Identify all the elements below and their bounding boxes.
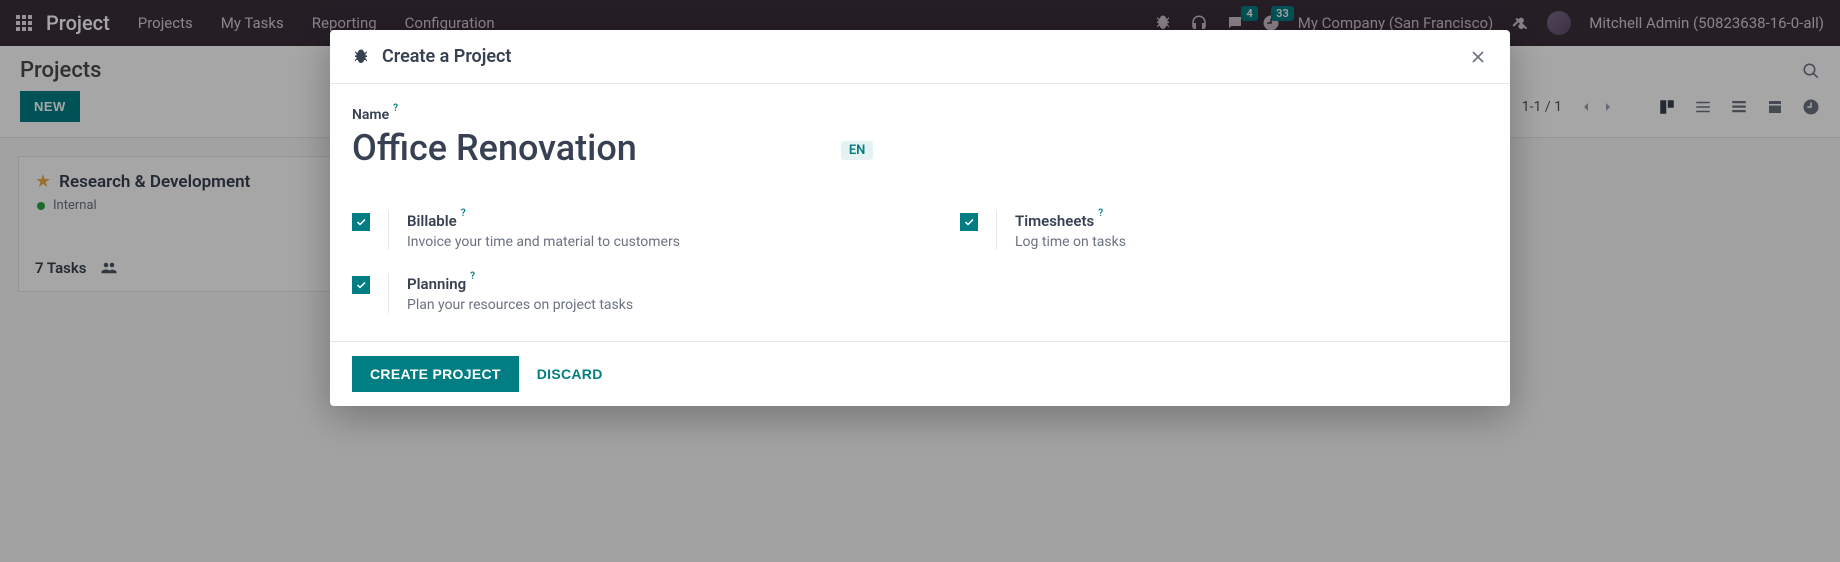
options-grid: Billable? Invoice your time and material… bbox=[352, 211, 1488, 313]
name-label-text: Name bbox=[352, 107, 389, 123]
timesheets-desc: Log time on tasks bbox=[1015, 234, 1126, 250]
help-icon[interactable]: ? bbox=[1098, 208, 1103, 226]
language-badge[interactable]: EN bbox=[841, 141, 874, 160]
name-label: Name ? bbox=[352, 107, 398, 123]
option-timesheets: Timesheets? Log time on tasks bbox=[960, 211, 1488, 250]
close-icon[interactable] bbox=[1468, 47, 1488, 67]
modal-title: Create a Project bbox=[382, 46, 511, 67]
help-icon[interactable]: ? bbox=[461, 208, 466, 226]
modal-header: Create a Project bbox=[330, 30, 1510, 84]
discard-button[interactable]: DISCARD bbox=[537, 366, 603, 382]
modal-overlay[interactable]: Create a Project Name ? Office Renovatio… bbox=[0, 0, 1840, 562]
planning-desc: Plan your resources on project tasks bbox=[407, 297, 633, 313]
planning-checkbox[interactable] bbox=[352, 276, 370, 294]
billable-label: Billable bbox=[407, 212, 457, 230]
create-project-modal: Create a Project Name ? Office Renovatio… bbox=[330, 30, 1510, 406]
help-icon[interactable]: ? bbox=[393, 103, 398, 114]
option-billable: Billable? Invoice your time and material… bbox=[352, 211, 880, 250]
modal-footer: CREATE PROJECT DISCARD bbox=[330, 341, 1510, 406]
create-project-button[interactable]: CREATE PROJECT bbox=[352, 356, 519, 392]
planning-label: Planning bbox=[407, 275, 466, 293]
debug-icon[interactable] bbox=[352, 48, 370, 66]
help-icon[interactable]: ? bbox=[470, 271, 475, 289]
billable-desc: Invoice your time and material to custom… bbox=[407, 234, 680, 250]
timesheets-label: Timesheets bbox=[1015, 212, 1094, 230]
timesheets-checkbox[interactable] bbox=[960, 213, 978, 231]
modal-body: Name ? Office Renovation EN Billable? In… bbox=[330, 84, 1510, 341]
billable-checkbox[interactable] bbox=[352, 213, 370, 231]
name-input[interactable]: Office Renovation bbox=[352, 127, 637, 169]
option-planning: Planning? Plan your resources on project… bbox=[352, 274, 880, 313]
